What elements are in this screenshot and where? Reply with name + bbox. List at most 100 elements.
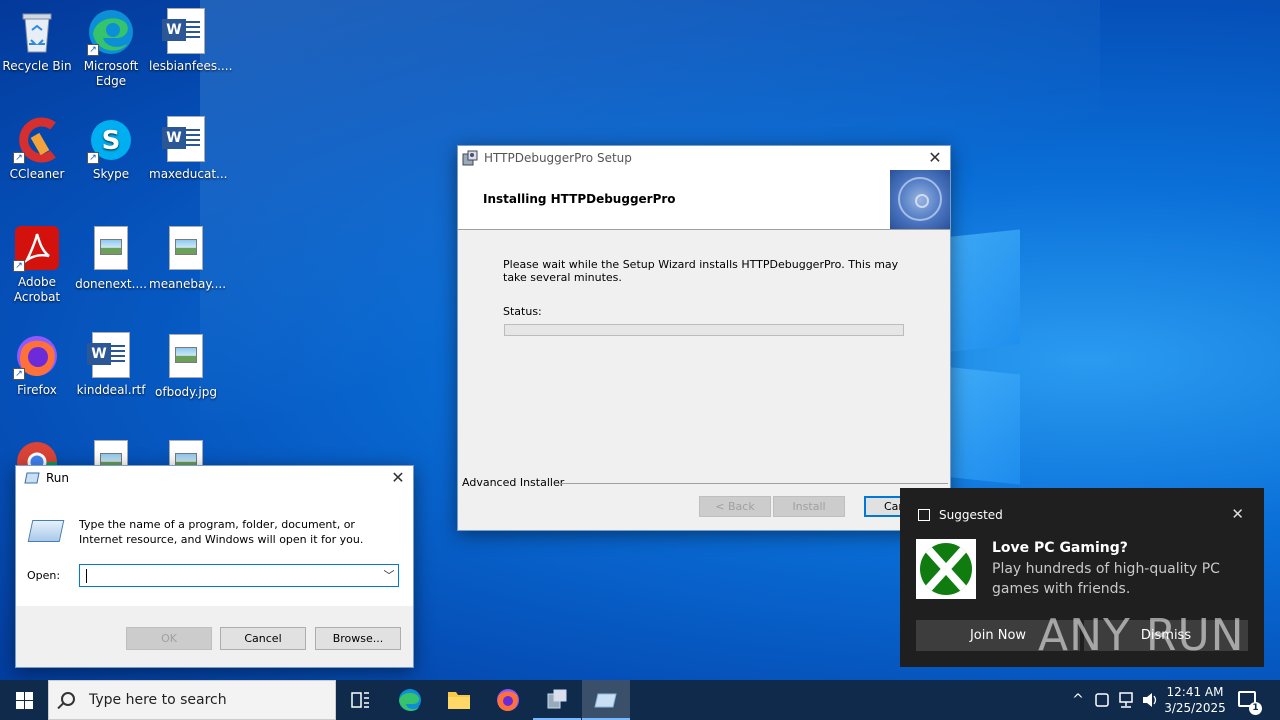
suggestion-icon [918,509,930,521]
setup-message: Please wait while the Setup Wizard insta… [503,258,899,284]
firefox-icon [497,689,519,711]
shortcut-arrow-icon: ↗ [13,260,25,272]
setup-title: HTTPDebuggerPro Setup [484,151,632,165]
meet-now-icon [1095,693,1109,707]
taskbar-search-box[interactable]: Type here to search [48,680,336,720]
acrobat-icon: ↗ [13,224,61,272]
installer-icon [462,150,478,166]
xbox-icon [916,539,976,599]
installer-icon [547,689,567,709]
start-button[interactable] [0,680,48,720]
desktop-icon-firefox[interactable]: ↗ Firefox [0,332,74,398]
desktop-icon-label: Microsoft Edge [83,59,139,88]
svg-text:S: S [102,126,121,156]
desktop-icon-label: lesbianfees.... [149,59,233,73]
taskbar-edge-button[interactable] [386,680,434,720]
image-file-icon [162,334,210,382]
chevron-down-icon[interactable]: ﹀ [380,565,398,586]
search-placeholder: Type here to search [89,692,227,708]
taskbar-file-explorer-button[interactable] [435,680,483,720]
taskbar-firefox-button[interactable] [484,680,532,720]
taskbar-run-button[interactable] [582,680,630,720]
setup-close-button[interactable]: ✕ [920,146,950,170]
browse-button[interactable]: Browse... [315,627,401,650]
volume-icon [1143,693,1157,707]
desktop-icon-adobe-acrobat[interactable]: ↗ Adobe Acrobat [0,224,74,305]
network-icon [1119,692,1133,708]
desktop-icon-meanebay[interactable]: meanebay.... [149,224,227,292]
task-view-button[interactable] [336,680,384,720]
shortcut-arrow-icon: ↗ [87,44,99,56]
run-close-button[interactable]: ✕ [383,466,413,490]
run-icon [594,693,617,708]
setup-dialog: HTTPDebuggerPro Setup ✕ Installing HTTPD… [457,145,951,531]
taskbar: Type here to search ^ 12:41 AM 3/25/2025… [0,680,1280,720]
shortcut-arrow-icon: ↗ [87,152,99,164]
desktop-icon-ofbody[interactable]: ofbody.jpg [149,332,223,400]
run-title: Run [46,471,70,485]
word-document-icon: W [162,116,210,164]
task-view-icon [351,692,369,708]
desktop-icon-label: Recycle Bin [2,59,72,73]
word-document-icon: W [87,332,135,380]
image-file-icon [87,226,135,274]
desktop-icon-label: CCleaner [9,167,65,181]
setup-titlebar[interactable]: HTTPDebuggerPro Setup ✕ [458,146,950,170]
run-cancel-button[interactable]: Cancel [220,627,306,650]
shortcut-arrow-icon: ↗ [13,368,25,380]
setup-status-label: Status: [503,305,542,318]
firefox-icon: ↗ [13,332,61,380]
setup-banner-image [890,170,950,229]
notification-close-button[interactable]: ✕ [1231,505,1244,523]
open-label: Open: [27,569,61,582]
desktop-icon-ccleaner[interactable]: ↗ CCleaner [0,116,74,182]
taskbar-installer-button[interactable] [533,680,581,720]
desktop-icon-kinddeal[interactable]: W kinddeal.rtf [74,332,148,398]
show-hidden-icons-button[interactable]: ^ [1068,680,1088,720]
run-command-input[interactable]: ﹀ [79,564,399,587]
run-dialog: Run ✕ Type the name of a program, folder… [15,465,414,668]
shortcut-arrow-icon: ↗ [13,152,25,164]
divider [558,483,948,484]
install-button[interactable]: Install [773,496,845,517]
desktop-icon-edge[interactable]: ↗ Microsoft Edge [74,8,148,89]
desktop-icon-donenext[interactable]: donenext.... [74,224,148,292]
image-file-icon [162,226,210,274]
run-program-icon [27,520,65,542]
clock-date: 3/25/2025 [1164,701,1226,715]
setup-header: Installing HTTPDebuggerPro [458,170,950,230]
run-icon [24,471,40,485]
edge-icon: ↗ [87,8,135,56]
ok-button[interactable]: OK [126,627,212,650]
taskbar-clock[interactable]: 12:41 AM 3/25/2025 [1160,684,1230,716]
desktop-icon-lesbianfees[interactable]: W lesbianfees.... [149,8,233,74]
tray-app-icon[interactable] [1092,680,1112,720]
back-button[interactable]: < Back [699,496,771,517]
folder-icon [448,692,470,709]
disc-icon [898,177,942,221]
desktop-icon-label: Skype [92,167,130,181]
edge-icon [399,689,421,711]
desktop-icon-label: meanebay.... [149,277,227,291]
text-caret [86,569,87,583]
desktop-icon-skype[interactable]: S ↗ Skype [74,116,148,182]
word-document-icon: W [162,8,210,56]
desktop-icon-label: kinddeal.rtf [76,383,146,397]
notification-header: Suggested [918,508,1003,522]
desktop-icon-label: maxeducat... [149,167,228,181]
run-titlebar[interactable]: Run ✕ [16,466,413,490]
desktop-icon-recycle-bin[interactable]: Recycle Bin [0,8,74,74]
desktop-icon-label: Adobe Acrobat [13,275,61,304]
notification-body: Play hundreds of high-quality PC games w… [992,561,1220,597]
volume-button[interactable] [1140,680,1160,720]
notification-count-badge: 1 [1249,702,1262,715]
recycle-bin-icon [13,8,61,56]
notification-title: Love PC Gaming? [992,540,1128,556]
anyrun-watermark: ANY RUN [1038,610,1245,661]
network-button[interactable] [1116,680,1136,720]
run-body: Type the name of a program, folder, docu… [16,490,413,606]
setup-brand: Advanced Installer [462,476,565,489]
desktop-icon-maxeducat[interactable]: W maxeducat... [149,116,228,182]
desktop-icon-label: Firefox [17,383,57,397]
setup-progress-bar [504,324,904,336]
